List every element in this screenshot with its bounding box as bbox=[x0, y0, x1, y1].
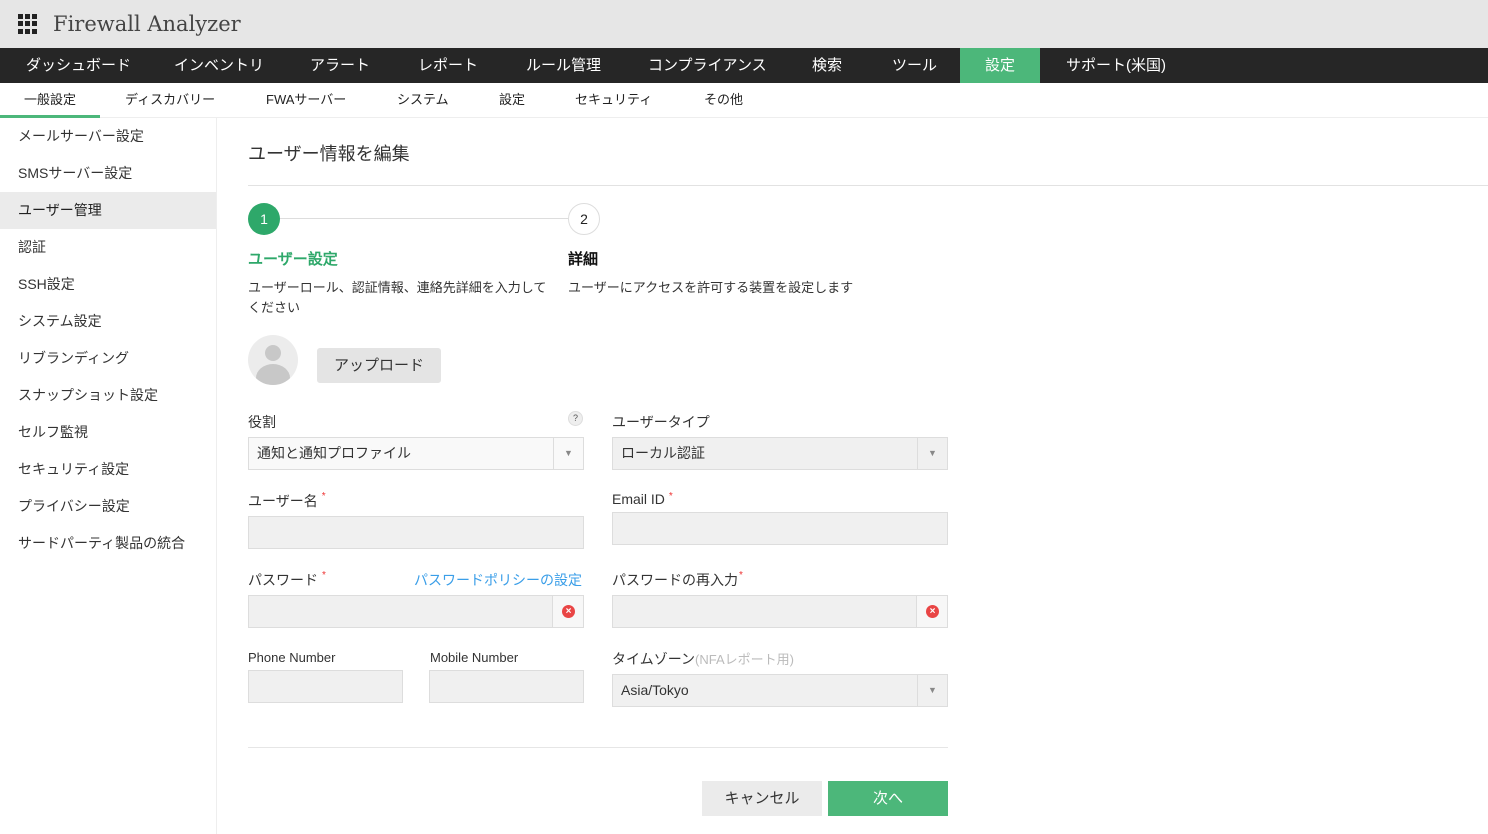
sidebar-item-rebranding[interactable]: リブランディング bbox=[0, 340, 216, 377]
step-1-desc-line2: ください bbox=[248, 300, 301, 315]
cancel-button[interactable]: キャンセル bbox=[702, 781, 822, 816]
sub-nav: 一般設定 ディスカバリー FWAサーバー システム 設定 セキュリティ その他 bbox=[0, 83, 1488, 118]
sidebar-item-third-party[interactable]: サードパーティ製品の統合 bbox=[0, 525, 216, 562]
subnav-system[interactable]: システム bbox=[397, 83, 449, 118]
password-policy-link[interactable]: パスワードポリシーの設定 bbox=[414, 570, 582, 590]
email-label: Email ID * bbox=[612, 491, 673, 507]
sidebar-item-mail-server[interactable]: メールサーバー設定 bbox=[0, 118, 216, 155]
role-select-value: 通知と通知プロファイル bbox=[257, 445, 411, 461]
email-input[interactable] bbox=[612, 512, 948, 545]
nav-rule-management[interactable]: ルール管理 bbox=[500, 48, 627, 83]
sidebar-item-ssh[interactable]: SSH設定 bbox=[0, 266, 216, 303]
password-confirm-input[interactable]: × bbox=[612, 595, 948, 628]
password-confirm-label: パスワードの再入力* bbox=[612, 570, 743, 590]
user-type-value: ローカル認証 bbox=[621, 445, 705, 461]
subnav-settings[interactable]: 設定 bbox=[499, 83, 525, 118]
step-1-description: ユーザーロール、認証情報、連絡先詳細を入力して ください bbox=[248, 278, 546, 318]
required-mark: * bbox=[668, 491, 673, 502]
sidebar-item-user-management[interactable]: ユーザー管理 bbox=[0, 192, 216, 229]
password-label: パスワード * bbox=[248, 570, 326, 590]
username-label: ユーザー名 * bbox=[248, 491, 326, 511]
app-header: Firewall Analyzer bbox=[0, 0, 1488, 48]
timezone-value: Asia/Tokyo bbox=[621, 682, 689, 698]
required-mark: * bbox=[321, 491, 326, 502]
timezone-label: タイムゾーン(NFAレポート用) bbox=[612, 649, 794, 669]
app-grid-icon[interactable] bbox=[18, 14, 38, 34]
password-input[interactable]: × bbox=[248, 595, 584, 628]
subnav-security[interactable]: セキュリティ bbox=[575, 83, 652, 118]
password-label-text: パスワード bbox=[248, 572, 318, 588]
nav-tools[interactable]: ツール bbox=[866, 48, 963, 83]
nav-reports[interactable]: レポート bbox=[392, 48, 504, 83]
timezone-select[interactable]: Asia/Tokyo ▼ bbox=[612, 674, 948, 707]
subnav-other[interactable]: その他 bbox=[704, 83, 743, 118]
mobile-input[interactable] bbox=[429, 670, 584, 703]
timezone-note: (NFAレポート用) bbox=[695, 652, 794, 667]
required-mark: * bbox=[739, 570, 743, 581]
phone-input[interactable] bbox=[248, 670, 403, 703]
clear-icon: × bbox=[562, 605, 575, 618]
page-title: ユーザー情報を編集 bbox=[248, 144, 410, 164]
chevron-down-icon: ▼ bbox=[917, 438, 947, 469]
sidebar-item-security[interactable]: セキュリティ設定 bbox=[0, 451, 216, 488]
username-input[interactable] bbox=[248, 516, 584, 549]
step-1-indicator[interactable]: 1 bbox=[248, 203, 280, 235]
sidebar-item-self-monitoring[interactable]: セルフ監視 bbox=[0, 414, 216, 451]
username-label-text: ユーザー名 bbox=[248, 493, 318, 509]
user-type-label: ユーザータイプ bbox=[612, 414, 710, 430]
avatar-placeholder-icon bbox=[248, 335, 298, 385]
nav-settings[interactable]: 設定 bbox=[960, 48, 1040, 83]
chevron-down-icon: ▼ bbox=[553, 438, 583, 469]
nav-dashboard[interactable]: ダッシュボード bbox=[0, 48, 157, 83]
form-divider bbox=[248, 747, 948, 748]
app-title: Firewall Analyzer bbox=[53, 12, 241, 36]
step-2-description: ユーザーにアクセスを許可する装置を設定します bbox=[568, 280, 854, 295]
password-confirm-label-text: パスワードの再入力 bbox=[612, 572, 738, 588]
upload-button[interactable]: アップロード bbox=[317, 348, 441, 383]
main-nav: ダッシュボード インベントリ アラート レポート ルール管理 コンプライアンス … bbox=[0, 48, 1488, 83]
clear-button[interactable]: × bbox=[916, 596, 947, 627]
sidebar-item-system-settings[interactable]: システム設定 bbox=[0, 303, 216, 340]
clear-icon: × bbox=[926, 605, 939, 618]
nav-alerts[interactable]: アラート bbox=[284, 48, 396, 83]
user-type-select[interactable]: ローカル認証 ▼ bbox=[612, 437, 948, 470]
required-mark: * bbox=[322, 570, 326, 581]
stepper-line bbox=[280, 218, 568, 219]
nav-support[interactable]: サポート(米国) bbox=[1040, 48, 1192, 83]
timezone-label-text: タイムゾーン bbox=[612, 651, 696, 667]
step-1-desc-line1: ユーザーロール、認証情報、連絡先詳細を入力して bbox=[248, 280, 547, 295]
email-label-text: Email ID bbox=[612, 491, 665, 507]
subnav-general[interactable]: 一般設定 bbox=[24, 83, 76, 118]
help-icon[interactable]: ? bbox=[568, 411, 583, 426]
step-2-label: 詳細 bbox=[568, 251, 599, 268]
nav-compliance[interactable]: コンプライアンス bbox=[622, 48, 793, 83]
mobile-label: Mobile Number bbox=[430, 650, 519, 665]
sidebar-item-sms-server[interactable]: SMSサーバー設定 bbox=[0, 155, 216, 192]
step-1-label: ユーザー設定 bbox=[248, 251, 338, 268]
clear-button[interactable]: × bbox=[552, 596, 583, 627]
subnav-fwa-server[interactable]: FWAサーバー bbox=[266, 83, 346, 118]
main-content: ユーザー情報を編集 1 2 ユーザー設定 詳細 ユーザーロール、認証情報、連絡先… bbox=[218, 118, 1488, 834]
role-label: 役割 bbox=[248, 414, 276, 430]
role-select[interactable]: 通知と通知プロファイル ▼ bbox=[248, 437, 584, 470]
phone-label: Phone Number bbox=[248, 650, 336, 665]
nav-inventory[interactable]: インベントリ bbox=[148, 48, 290, 83]
divider bbox=[248, 185, 1488, 186]
next-button[interactable]: 次へ bbox=[828, 781, 948, 816]
sidebar-item-snapshot[interactable]: スナップショット設定 bbox=[0, 377, 216, 414]
sidebar-item-privacy[interactable]: プライバシー設定 bbox=[0, 488, 216, 525]
sidebar: メールサーバー設定 SMSサーバー設定 ユーザー管理 認証 SSH設定 システム… bbox=[0, 118, 217, 834]
subnav-discovery[interactable]: ディスカバリー bbox=[125, 83, 215, 118]
sidebar-item-authentication[interactable]: 認証 bbox=[0, 229, 216, 266]
nav-search[interactable]: 検索 bbox=[786, 48, 868, 83]
chevron-down-icon: ▼ bbox=[917, 675, 947, 706]
step-2-indicator[interactable]: 2 bbox=[568, 203, 600, 235]
